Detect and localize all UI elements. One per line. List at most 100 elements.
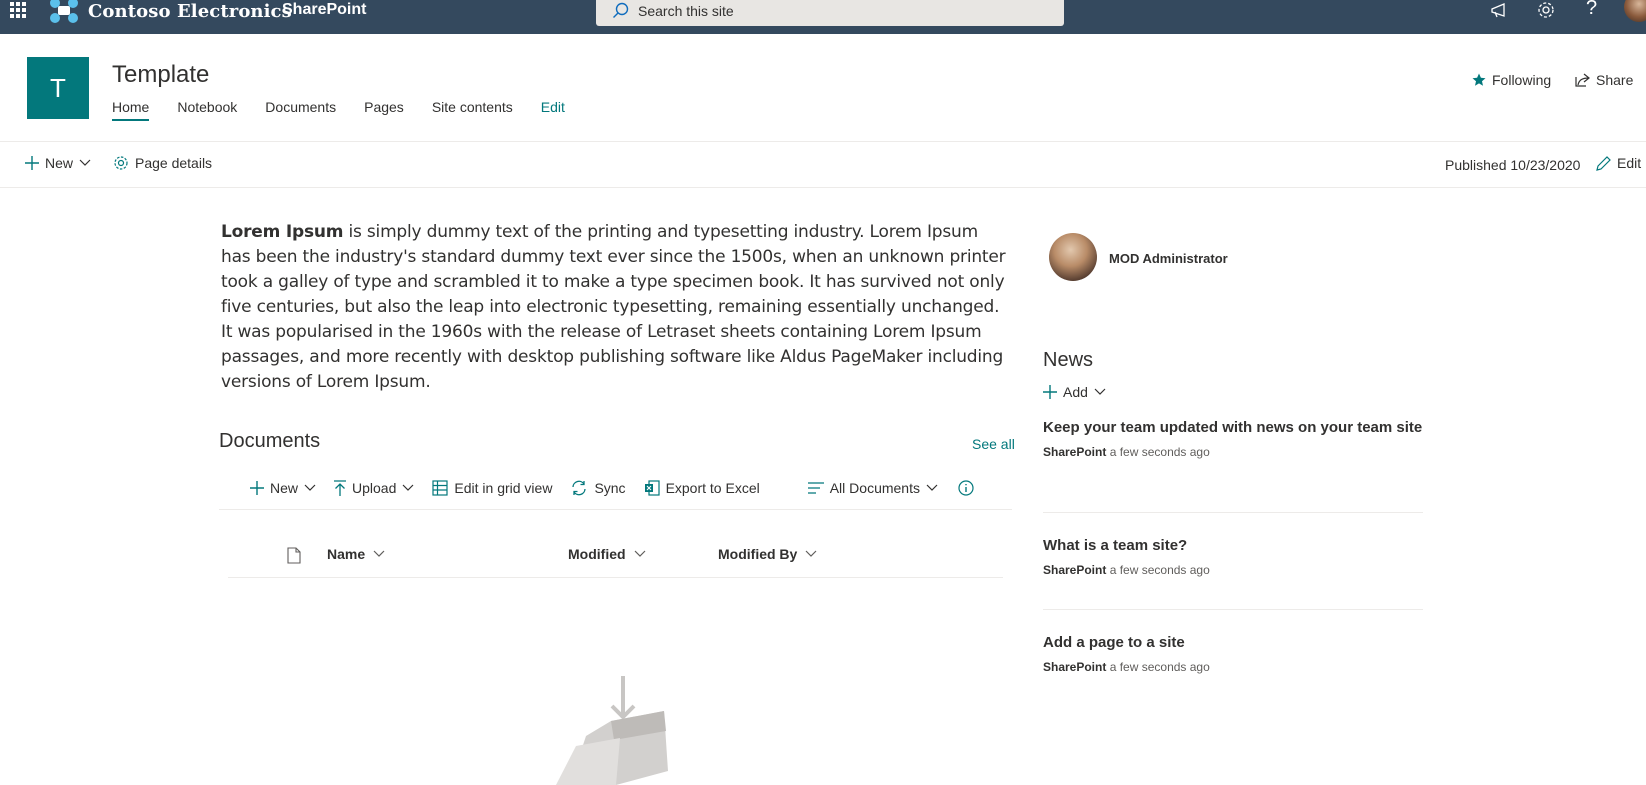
- plus-icon: [25, 156, 39, 170]
- chevron-down-icon: [805, 550, 817, 557]
- column-modified-label: Modified: [568, 546, 626, 562]
- new-label: New: [45, 155, 74, 171]
- brand-logo-icon: [50, 0, 78, 23]
- share-button[interactable]: Share: [1575, 72, 1633, 88]
- gear-icon: [114, 156, 128, 170]
- news-item[interactable]: What is a team site? SharePoint a few se…: [1043, 535, 1423, 577]
- documents-command-bar: New Upload Edit in grid view Sync Export…: [250, 476, 974, 500]
- documents-column-headers: Name Modified Modified By: [219, 546, 1003, 570]
- nav-site-contents[interactable]: Site contents: [432, 97, 513, 121]
- news-meta: SharePoint a few seconds ago: [1043, 563, 1423, 577]
- edit-grid-view-button[interactable]: Edit in grid view: [432, 480, 552, 496]
- divider: [0, 141, 1646, 142]
- profile-name[interactable]: MOD Administrator: [1109, 251, 1228, 266]
- news-headline[interactable]: Add a page to a site: [1043, 632, 1423, 653]
- info-icon[interactable]: [958, 480, 974, 496]
- site-logo[interactable]: T: [27, 57, 89, 119]
- chevron-down-icon: [304, 484, 316, 491]
- new-button[interactable]: New: [25, 155, 91, 171]
- news-time: a few seconds ago: [1109, 445, 1210, 459]
- news-meta: SharePoint a few seconds ago: [1043, 660, 1423, 674]
- nav-home[interactable]: Home: [112, 97, 150, 121]
- following-label: Following: [1492, 72, 1552, 88]
- documents-title: Documents: [219, 430, 321, 452]
- view-selector[interactable]: All Documents: [807, 480, 938, 496]
- docs-new-button[interactable]: New: [250, 480, 316, 496]
- plus-icon: [1043, 385, 1057, 399]
- site-navigation: Home Notebook Documents Pages Site conte…: [112, 97, 593, 121]
- edit-page-button[interactable]: Edit: [1596, 155, 1641, 171]
- chevron-down-icon: [926, 484, 938, 491]
- plus-icon: [250, 481, 264, 495]
- edit-grid-view-label: Edit in grid view: [454, 480, 553, 496]
- export-excel-button[interactable]: Export to Excel: [644, 480, 760, 496]
- sync-button[interactable]: Sync: [570, 480, 626, 496]
- search-input[interactable]: [638, 0, 1038, 22]
- lorem-body: is simply dummy text of the printing and…: [221, 222, 1006, 392]
- brand-name[interactable]: Contoso Electronics: [88, 1, 292, 22]
- column-modified[interactable]: Modified: [568, 546, 646, 562]
- column-modified-by-label: Modified By: [718, 546, 798, 562]
- news-headline[interactable]: Keep your team updated with news on your…: [1043, 417, 1423, 438]
- nav-notebook[interactable]: Notebook: [177, 97, 237, 121]
- nav-pages[interactable]: Pages: [364, 97, 404, 121]
- profile-avatar[interactable]: [1049, 233, 1097, 281]
- sync-icon: [572, 480, 587, 496]
- upload-icon: [334, 480, 347, 496]
- divider: [1043, 512, 1423, 513]
- news-item[interactable]: Keep your team updated with news on your…: [1043, 417, 1423, 459]
- app-name[interactable]: SharePoint: [282, 1, 366, 19]
- news-add-label: Add: [1063, 384, 1088, 400]
- chevron-down-icon: [634, 550, 645, 557]
- nav-edit[interactable]: Edit: [541, 97, 565, 121]
- divider: [228, 577, 1003, 578]
- news-source: SharePoint: [1043, 660, 1107, 674]
- file-type-icon[interactable]: [287, 547, 301, 564]
- divider: [1043, 609, 1423, 610]
- star-icon: [1472, 73, 1486, 86]
- empty-folder-icon: [556, 676, 668, 785]
- news-meta: SharePoint a few seconds ago: [1043, 445, 1423, 459]
- sync-label: Sync: [594, 480, 626, 496]
- site-title[interactable]: Template: [112, 61, 209, 89]
- upload-label: Upload: [352, 480, 397, 496]
- page-details-button[interactable]: Page details: [113, 155, 212, 171]
- chevron-down-icon: [1094, 388, 1106, 395]
- edit-label: Edit: [1617, 155, 1642, 171]
- suite-bar: Contoso Electronics SharePoint ?: [0, 0, 1646, 34]
- pencil-icon: [1596, 155, 1611, 171]
- news-item[interactable]: Add a page to a site SharePoint a few se…: [1043, 632, 1423, 674]
- excel-icon: [644, 480, 660, 496]
- divider: [219, 509, 1012, 510]
- user-avatar[interactable]: [1624, 0, 1646, 22]
- chevron-down-icon: [79, 159, 91, 166]
- text-webpart: Lorem Ipsum is simply dummy text of the …: [221, 220, 1011, 395]
- column-name-label: Name: [327, 546, 366, 562]
- published-status: Published 10/23/2020: [1445, 157, 1581, 173]
- column-name[interactable]: Name: [327, 546, 385, 562]
- chevron-down-icon: [373, 550, 385, 557]
- upload-button[interactable]: Upload: [334, 480, 414, 496]
- see-all-link[interactable]: See all: [972, 436, 1015, 452]
- help-icon[interactable]: ?: [1586, 0, 1608, 19]
- docs-new-label: New: [270, 480, 299, 496]
- page-details-label: Page details: [135, 155, 213, 171]
- column-modified-by[interactable]: Modified By: [718, 546, 817, 562]
- waffle-icon[interactable]: [10, 2, 26, 18]
- chevron-down-icon: [402, 484, 414, 491]
- search-box[interactable]: [596, 0, 1064, 26]
- news-time: a few seconds ago: [1109, 660, 1210, 674]
- megaphone-icon[interactable]: [1489, 0, 1511, 22]
- news-headline[interactable]: What is a team site?: [1043, 535, 1423, 556]
- grid-icon: [432, 480, 448, 496]
- news-time: a few seconds ago: [1109, 563, 1210, 577]
- settings-icon[interactable]: [1535, 0, 1557, 22]
- following-button[interactable]: Following: [1472, 72, 1551, 88]
- search-icon: [613, 2, 629, 18]
- nav-documents[interactable]: Documents: [265, 97, 336, 121]
- news-add-button[interactable]: Add: [1043, 384, 1106, 400]
- news-title: News: [1043, 349, 1094, 371]
- share-label: Share: [1596, 72, 1634, 88]
- export-excel-label: Export to Excel: [665, 480, 760, 496]
- news-source: SharePoint: [1043, 445, 1107, 459]
